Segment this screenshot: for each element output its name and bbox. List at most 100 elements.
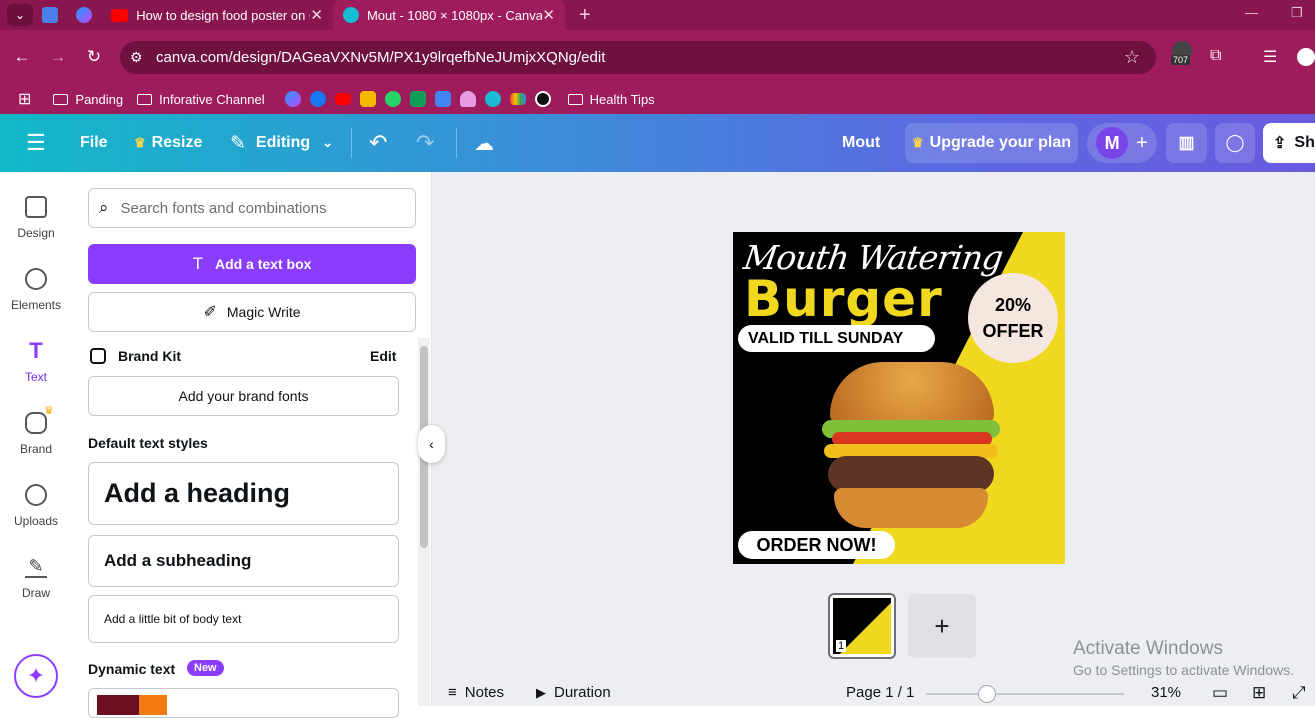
bookmark-folder[interactable]: Health Tips: [567, 92, 655, 107]
profile-avatar[interactable]: [1297, 48, 1315, 66]
pages-view-icon[interactable]: ▭: [1212, 683, 1228, 703]
activation-watermark-title: Activate Windows: [1073, 638, 1223, 659]
search-placeholder: Search fonts and combinations: [120, 199, 327, 217]
folder-icon: [137, 93, 153, 105]
bookmark-folder[interactable]: Inforative Channel: [137, 92, 265, 107]
collaborators: M +: [1087, 123, 1157, 163]
side-rail: Design Elements T Text ♛ Brand Uploads ✎ Dr…: [0, 172, 72, 706]
new-tab-button[interactable]: +: [579, 4, 591, 27]
openai-icon[interactable]: [534, 91, 551, 107]
bookmark-folder[interactable]: Panding: [53, 92, 123, 107]
share-button[interactable]: ⇪ Sh: [1263, 123, 1315, 163]
tab-canva[interactable]: Mout - 1080 × 1080px - Canva ✕: [333, 0, 565, 30]
youtube-icon[interactable]: [334, 93, 351, 105]
add-subheading-button[interactable]: Add a subheading: [88, 535, 399, 587]
rail-item-brand[interactable]: ♛ Brand: [0, 405, 72, 456]
menu-hamburger-icon[interactable]: ☰: [26, 114, 46, 172]
editing-mode-dropdown[interactable]: ✎ Editing ⌄: [230, 114, 333, 172]
magic-sparkle-icon[interactable]: ✦: [14, 654, 58, 698]
rail-label: Elements: [10, 298, 62, 312]
magic-wand-icon: ✐: [203, 304, 217, 321]
add-page-button[interactable]: +: [908, 594, 976, 658]
avatar[interactable]: M: [1096, 127, 1129, 159]
resize-button[interactable]: ♛ Resize: [134, 114, 202, 172]
image-icon[interactable]: [359, 91, 376, 107]
elements-icon: [25, 268, 47, 290]
rail-item-uploads[interactable]: Uploads: [0, 484, 72, 528]
rail-item-draw[interactable]: ✎ Draw: [0, 556, 72, 600]
close-icon[interactable]: ✕: [542, 6, 555, 24]
magic-write-label: Magic Write: [226, 304, 301, 320]
extension-icon[interactable]: 707: [1171, 41, 1192, 65]
sheets-icon[interactable]: [409, 91, 426, 107]
url-text: canva.com/design/DAGeaVXNv5M/PX1y9lrqefb…: [156, 49, 606, 66]
forward-icon[interactable]: →: [40, 47, 76, 67]
tab-youtube[interactable]: How to design food poster on C ✕: [101, 0, 333, 30]
document-title[interactable]: Mout: [842, 114, 880, 172]
insights-icon[interactable]: ▥: [1166, 123, 1207, 163]
page-thumbnail[interactable]: 1: [828, 593, 896, 659]
facebook-icon[interactable]: [309, 91, 326, 107]
extensions-puzzle-icon[interactable]: ⧉: [1210, 47, 1221, 65]
ghost-icon[interactable]: [459, 91, 476, 107]
pinned-tab-translate[interactable]: [33, 0, 67, 30]
notes-icon: ≡: [448, 684, 457, 701]
tab-search-button[interactable]: ⌄: [7, 4, 33, 26]
rail-item-elements[interactable]: Elements: [0, 268, 72, 312]
minimize-icon[interactable]: —: [1245, 5, 1258, 20]
burger-image[interactable]: [818, 362, 1004, 534]
duration-button[interactable]: ▶ Duration: [536, 684, 611, 701]
site-info-icon[interactable]: ⚙: [130, 49, 143, 66]
rail-item-design[interactable]: Design: [0, 196, 72, 240]
add-collaborator-icon[interactable]: +: [1136, 132, 1148, 155]
zoom-level[interactable]: 31%: [1151, 684, 1181, 701]
panel-scrollbar[interactable]: [418, 338, 430, 706]
messenger-icon[interactable]: [284, 91, 301, 107]
dynamic-text-card[interactable]: [88, 688, 399, 718]
poster-cta[interactable]: ORDER NOW!: [738, 531, 895, 559]
fullscreen-icon[interactable]: ⤢: [1292, 683, 1306, 703]
canva-icon[interactable]: [484, 91, 501, 107]
upgrade-plan-button[interactable]: ♛ Upgrade your plan: [905, 123, 1078, 163]
magic-write-button[interactable]: ✐ Magic Write: [88, 292, 416, 332]
add-body-text-button[interactable]: Add a little bit of body text: [88, 595, 399, 643]
collapse-panel-button[interactable]: ‹: [418, 425, 445, 463]
gmail-icon[interactable]: [509, 93, 526, 105]
divider: [351, 128, 352, 158]
omnibox[interactable]: ⚙ canva.com/design/DAGeaVXNv5M/PX1y9lrqe…: [120, 41, 1156, 74]
zoom-slider-knob[interactable]: [978, 685, 997, 703]
bookmark-star-icon[interactable]: ☆: [1124, 47, 1140, 68]
docs-icon[interactable]: [434, 91, 451, 107]
grid-view-icon[interactable]: ⊞: [1252, 683, 1266, 703]
text-icon: T: [29, 338, 43, 363]
add-text-box-button[interactable]: T Add a text box: [88, 244, 416, 284]
notes-button[interactable]: ≡ Notes: [448, 684, 504, 701]
pinned-tab-messenger[interactable]: [67, 0, 101, 30]
poster-valid-label[interactable]: VALID TILL SUNDAY: [738, 325, 935, 352]
redo-icon[interactable]: ↷: [416, 114, 434, 172]
comment-icon[interactable]: ◯: [1215, 123, 1255, 163]
zoom-slider[interactable]: [926, 685, 1124, 703]
page-indicator[interactable]: Page 1 / 1: [846, 684, 914, 701]
cloud-saved-icon[interactable]: ☁: [474, 114, 494, 172]
search-input[interactable]: ⌕ Search fonts and combinations: [88, 188, 416, 228]
chevron-down-icon: ⌄: [322, 135, 334, 150]
brand-kit-edit-link[interactable]: Edit: [370, 348, 396, 364]
rail-item-text[interactable]: T Text: [0, 338, 72, 385]
translate-icon: [42, 7, 58, 23]
reload-icon[interactable]: ↻: [76, 47, 112, 67]
poster-title[interactable]: Burger: [744, 270, 943, 328]
add-heading-button[interactable]: Add a heading: [88, 462, 399, 525]
whatsapp-icon[interactable]: [384, 91, 401, 107]
reading-list-icon[interactable]: ☰: [1263, 47, 1277, 67]
rail-label: Draw: [21, 586, 50, 600]
restore-icon[interactable]: ❐: [1291, 5, 1303, 21]
undo-icon[interactable]: ↶: [369, 114, 387, 172]
tab-label: Mout - 1080 × 1080px - Canva: [366, 7, 543, 23]
close-icon[interactable]: ✕: [310, 6, 323, 24]
poster-offer-badge[interactable]: 20% OFFER: [971, 276, 1055, 360]
apps-grid-icon[interactable]: ⊞: [18, 89, 31, 109]
add-brand-fonts-button[interactable]: Add your brand fonts: [88, 376, 399, 416]
file-menu[interactable]: File: [80, 114, 108, 172]
back-icon[interactable]: ←: [4, 47, 40, 67]
